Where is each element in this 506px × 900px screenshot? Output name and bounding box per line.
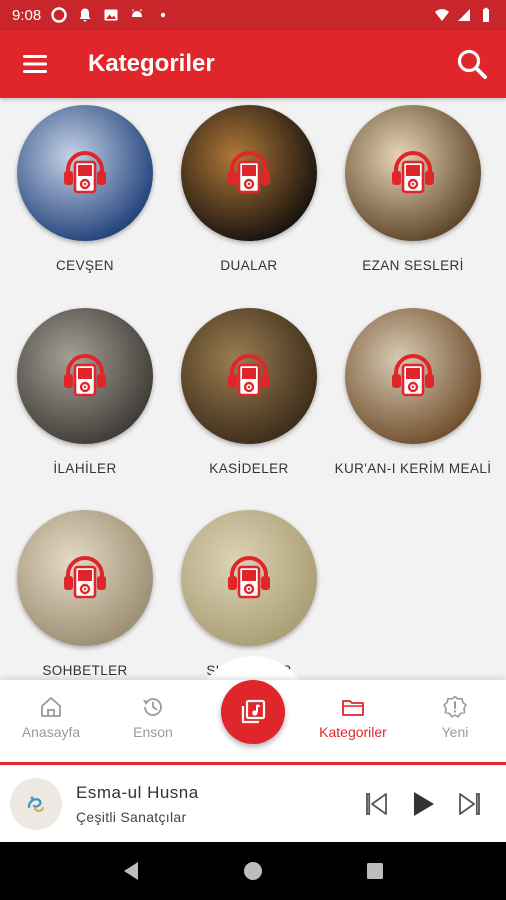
- status-time: 9:08: [12, 6, 42, 24]
- headphone-player-icon: [392, 354, 434, 397]
- category-image: [181, 510, 317, 646]
- category-image: [345, 308, 481, 444]
- gallery-icon: [104, 9, 118, 21]
- more-dot-icon: [161, 12, 166, 18]
- headphone-player-icon: [228, 354, 270, 397]
- search-icon: [457, 49, 487, 79]
- opera-icon: [51, 7, 67, 23]
- category-image: [181, 308, 317, 444]
- headphone-player-icon: [392, 151, 434, 194]
- signal-icon: [458, 9, 470, 21]
- category-item[interactable]: SOHBETLER: [3, 510, 167, 680]
- wifi-icon: [435, 9, 449, 21]
- hamburger-menu-icon: [23, 55, 47, 73]
- android-icon: [132, 9, 143, 17]
- nav-label-yeni: Yeni: [441, 724, 469, 740]
- nav-item-anasayfa[interactable]: Anasayfa: [1, 694, 101, 740]
- battery-icon: [483, 7, 489, 22]
- nav-item-yeni[interactable]: Yeni: [405, 694, 505, 740]
- category-label: EZAN SESLERİ: [362, 258, 464, 273]
- category-image: [17, 308, 153, 444]
- next-track-icon[interactable]: [456, 791, 482, 817]
- back-icon[interactable]: [120, 860, 142, 882]
- recents-icon[interactable]: [364, 860, 386, 882]
- page-title: Kategoriler: [88, 50, 215, 77]
- notification-bell-icon: [79, 8, 91, 22]
- category-label: SOHBETLER: [42, 663, 128, 678]
- headphone-player-icon: [64, 354, 106, 397]
- category-image: [181, 105, 317, 241]
- calligraphy-logo-icon: [27, 796, 44, 812]
- headphone-player-icon: [228, 556, 270, 599]
- system-navigation-bar: [0, 842, 506, 900]
- nav-item-enson[interactable]: Enson: [103, 694, 203, 740]
- category-item[interactable]: SUNNETLER: [167, 510, 331, 680]
- category-item[interactable]: İLAHİLER: [3, 308, 167, 480]
- track-thumbnail: [10, 777, 62, 830]
- category-label: KUR'AN-I KERİM MEALİ: [334, 461, 492, 476]
- menu-button[interactable]: [0, 30, 70, 98]
- category-label: CEVŞEN: [56, 258, 114, 273]
- category-label: KASİDELER: [209, 461, 289, 476]
- category-image: [17, 510, 153, 646]
- category-label: İLAHİLER: [53, 461, 117, 476]
- category-label: DUALAR: [220, 258, 278, 273]
- music-library-button[interactable]: [221, 680, 285, 744]
- category-item[interactable]: DUALAR: [167, 105, 331, 277]
- play-icon[interactable]: [410, 790, 436, 818]
- search-button[interactable]: [438, 30, 506, 98]
- nav-label-anasayfa: Anasayfa: [21, 724, 81, 740]
- new-badge-icon: [443, 695, 467, 718]
- nav-label-enson: Enson: [133, 724, 173, 740]
- music-library-icon: [241, 699, 266, 724]
- mini-player[interactable]: Esma-ul Husna Çeşitli Sanatçılar: [0, 762, 506, 842]
- nav-item-kategoriler[interactable]: Kategoriler: [303, 694, 403, 740]
- home-icon: [41, 697, 61, 717]
- app-bar: Kategoriler: [0, 30, 506, 98]
- folder-icon: [342, 700, 364, 716]
- track-artist: Çeşitli Sanatçılar: [76, 808, 187, 825]
- category-item[interactable]: CEVŞEN: [3, 105, 167, 277]
- track-title: Esma-ul Husna: [76, 782, 199, 802]
- category-image: [345, 105, 481, 241]
- headphone-player-icon: [64, 556, 106, 599]
- headphone-player-icon: [64, 151, 106, 194]
- category-image: [17, 105, 153, 241]
- nav-label-kategoriler: Kategoriler: [319, 724, 387, 740]
- category-item[interactable]: KASİDELER: [167, 308, 331, 480]
- previous-track-icon[interactable]: [364, 791, 390, 817]
- home-circle-icon[interactable]: [242, 860, 264, 882]
- category-item[interactable]: EZAN SESLERİ: [331, 105, 495, 277]
- category-item[interactable]: KUR'AN-I KERİM MEALİ: [331, 308, 495, 480]
- status-bar: 9:08: [0, 0, 506, 30]
- category-grid: CEVŞEN DUALAR EZAN SESLERİ İLAHİLER KASİDELE…: [0, 98, 506, 680]
- history-icon: [143, 698, 162, 716]
- headphone-player-icon: [228, 151, 270, 194]
